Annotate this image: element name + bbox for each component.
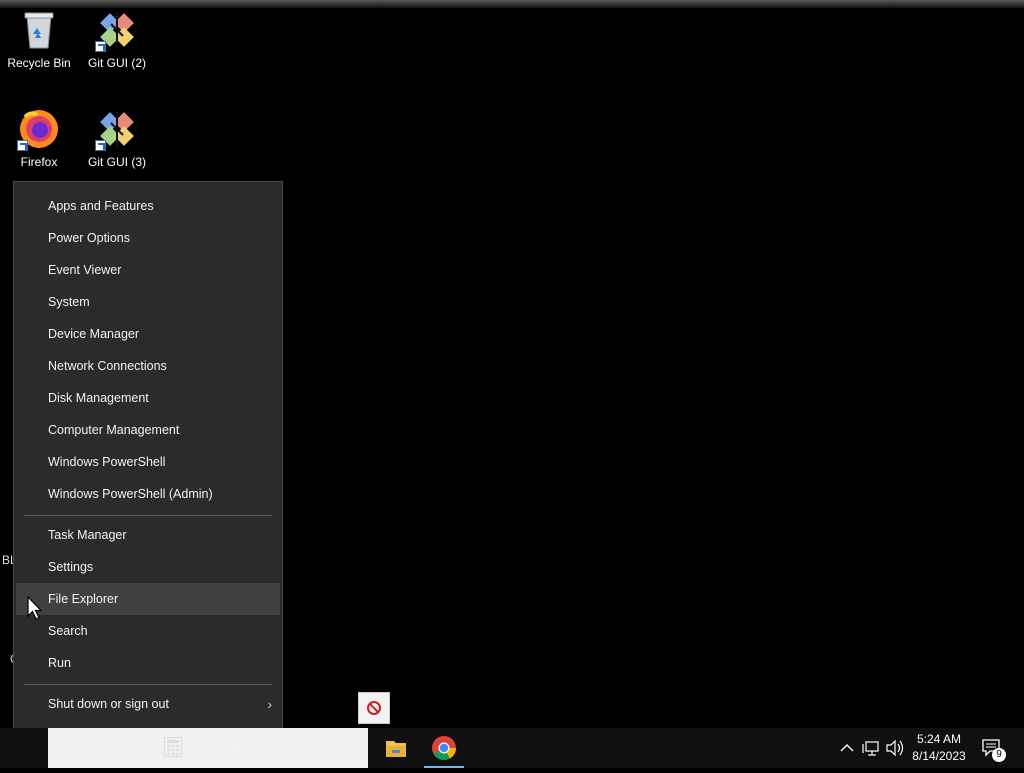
git-gui-icon bbox=[95, 8, 139, 52]
chevron-right-icon: › bbox=[267, 696, 272, 712]
show-hidden-icons-button[interactable] bbox=[836, 728, 858, 768]
git-gui-icon bbox=[95, 107, 139, 151]
file-explorer-icon bbox=[372, 741, 420, 772]
search-result-label: Calculator bbox=[192, 739, 249, 753]
menu-item-device-manager[interactable]: Device Manager bbox=[16, 318, 280, 350]
action-center-button[interactable]: 9 bbox=[978, 728, 1008, 768]
desktop-icon-git-gui-2[interactable]: Git GUI (2) bbox=[78, 8, 156, 70]
no-entry-icon bbox=[358, 692, 390, 724]
menu-item-label: Shut down or sign out bbox=[48, 697, 169, 711]
taskbar-file-explorer-button[interactable] bbox=[372, 728, 420, 768]
menu-item-run[interactable]: Run bbox=[16, 647, 280, 679]
menu-item-apps-and-features[interactable]: Apps and Features bbox=[16, 190, 280, 222]
menu-separator bbox=[24, 515, 272, 516]
notification-count-badge: 9 bbox=[992, 748, 1006, 762]
volume-button[interactable] bbox=[884, 728, 906, 768]
speaker-icon bbox=[884, 739, 906, 771]
menu-item-file-explorer[interactable]: File Explorer bbox=[16, 583, 280, 615]
menu-item-system[interactable]: System bbox=[16, 286, 280, 318]
calculator-icon bbox=[164, 736, 182, 757]
desktop-icon-label: Recycle Bin bbox=[7, 56, 71, 70]
search-result-calculator[interactable]: Calculator bbox=[164, 733, 248, 759]
window-edge bbox=[0, 0, 1024, 8]
clock-date: 8/14/2023 bbox=[912, 749, 966, 763]
menu-item-task-manager[interactable]: Task Manager bbox=[16, 519, 280, 551]
shortcut-arrow-icon bbox=[95, 41, 106, 52]
desktop-icon-label: Firefox bbox=[20, 155, 58, 169]
menu-item-computer-management[interactable]: Computer Management bbox=[16, 414, 280, 446]
taskbar-chrome-button[interactable] bbox=[420, 728, 468, 768]
clock-time: 5:24 AM bbox=[916, 732, 962, 746]
shortcut-arrow-icon bbox=[17, 140, 28, 151]
menu-separator bbox=[24, 684, 272, 685]
menu-item-network-connections[interactable]: Network Connections bbox=[16, 350, 280, 382]
menu-item-shut-down-or-sign-out[interactable]: Shut down or sign out › bbox=[16, 688, 280, 720]
winx-context-menu: Apps and Features Power Options Event Vi… bbox=[13, 181, 283, 762]
desktop-icon-recycle-bin[interactable]: Recycle Bin bbox=[0, 8, 78, 70]
firefox-icon bbox=[17, 107, 61, 151]
recycle-bin-icon bbox=[17, 8, 61, 52]
network-icon bbox=[860, 741, 882, 771]
network-status-button[interactable] bbox=[860, 728, 882, 768]
menu-item-disk-management[interactable]: Disk Management bbox=[16, 382, 280, 414]
desktop-icon-label: Git GUI (2) bbox=[87, 56, 146, 70]
mouse-cursor-icon bbox=[27, 595, 43, 627]
menu-item-windows-powershell-admin[interactable]: Windows PowerShell (Admin) bbox=[16, 478, 280, 510]
desktop-icon-firefox[interactable]: Firefox bbox=[0, 107, 78, 169]
desktop-icon-git-gui-3[interactable]: Git GUI (3) bbox=[78, 107, 156, 169]
menu-item-settings[interactable]: Settings bbox=[16, 551, 280, 583]
desktop-icon-label: Git GUI (3) bbox=[87, 155, 146, 169]
menu-item-power-options[interactable]: Power Options bbox=[16, 222, 280, 254]
taskbar-clock[interactable]: 5:24 AM 8/14/2023 bbox=[905, 731, 973, 765]
shortcut-arrow-icon bbox=[95, 140, 106, 151]
menu-item-search[interactable]: Search bbox=[16, 615, 280, 647]
chevron-up-icon bbox=[836, 744, 858, 771]
menu-item-event-viewer[interactable]: Event Viewer bbox=[16, 254, 280, 286]
chrome-icon bbox=[420, 736, 468, 772]
menu-item-windows-powershell[interactable]: Windows PowerShell bbox=[16, 446, 280, 478]
